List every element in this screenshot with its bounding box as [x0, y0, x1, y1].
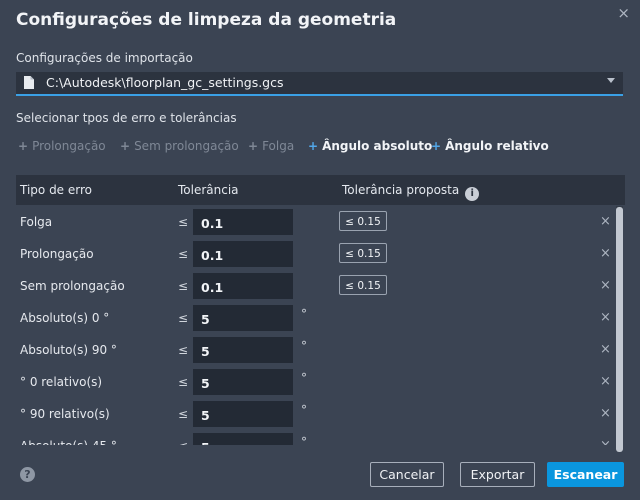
error-types-label: Selecionar tpos de erro e tolerâncias — [16, 111, 237, 125]
plus-icon: + — [431, 139, 442, 153]
info-icon[interactable]: i — [465, 187, 480, 201]
tolerance-input[interactable]: 5 — [193, 305, 293, 331]
tolerance-input[interactable]: 5 — [193, 337, 293, 363]
remove-row-icon[interactable]: × — [600, 278, 611, 293]
plus-icon: + — [308, 139, 319, 153]
table-row: Sem prolongação ≤0.1 ≤ 0.15 × — [16, 270, 625, 302]
degree-unit: ° — [301, 435, 307, 445]
less-equal-symbol: ≤ — [178, 407, 189, 421]
table-row: ° 90 relativo(s) ≤5 ° × — [16, 398, 625, 430]
degree-unit: ° — [301, 307, 307, 321]
tolerance-input[interactable]: 5 — [193, 433, 293, 445]
error-type-name: ° 90 relativo(s) — [20, 407, 110, 421]
dialog-title: Configurações de limpeza da geometria — [16, 10, 397, 30]
remove-row-icon[interactable]: × — [600, 406, 611, 421]
remove-row-icon[interactable]: × — [600, 342, 611, 357]
less-equal-symbol: ≤ — [178, 311, 189, 325]
geometry-cleanup-dialog: Configurações de limpeza da geometria × … — [0, 0, 640, 500]
table-row: Absoluto(s) 45 ° ≤5 ° × — [16, 430, 625, 445]
chevron-down-icon[interactable] — [607, 78, 615, 83]
remove-row-icon[interactable]: × — [600, 438, 611, 445]
less-equal-symbol: ≤ — [178, 439, 188, 445]
help-icon[interactable]: ? — [20, 467, 35, 482]
header-error-type: Tipo de erro — [20, 183, 92, 197]
tolerance-input[interactable]: 5 — [193, 401, 293, 427]
less-equal-symbol: ≤ — [178, 279, 189, 293]
proposed-tolerance-button[interactable]: ≤ 0.15 — [339, 275, 387, 295]
table-row: Prolongação ≤0.1 ≤ 0.15 × — [16, 238, 625, 270]
scan-button[interactable]: Escanear — [547, 462, 624, 487]
import-settings-path: C:\Autodesk\floorplan_gc_settings.gcs — [46, 75, 284, 90]
chip-sem-prolongacao[interactable]: + Sem prolongação — [120, 139, 239, 153]
cancel-button[interactable]: Cancelar — [370, 462, 444, 487]
tolerance-input[interactable]: 0.1 — [193, 273, 293, 299]
less-equal-symbol: ≤ — [178, 343, 189, 357]
chip-angulo-absoluto[interactable]: + Ângulo absoluto — [308, 139, 432, 153]
table-row: Folga ≤0.1 ≤ 0.15 × — [16, 206, 625, 238]
table-row: Absoluto(s) 0 ° ≤5 ° × — [16, 302, 625, 334]
degree-unit: ° — [301, 371, 307, 385]
less-equal-symbol: ≤ — [178, 375, 189, 389]
tolerance-table: Tipo de erro Tolerância Tolerância propo… — [16, 175, 625, 445]
tolerance-input[interactable]: 0.1 — [193, 209, 293, 235]
chip-angulo-relativo[interactable]: + Ângulo relativo — [431, 139, 549, 153]
error-type-name: Sem prolongação — [20, 279, 125, 293]
chip-prolongacao[interactable]: + Prolongação — [18, 139, 106, 153]
tolerance-input[interactable]: 5 — [193, 369, 293, 395]
error-type-name: Folga — [20, 215, 53, 229]
table-row: ° 0 relativo(s) ≤5 ° × — [16, 366, 625, 398]
table-row: Absoluto(s) 90 ° ≤5 ° × — [16, 334, 625, 366]
file-icon — [24, 76, 34, 89]
plus-icon: + — [248, 139, 259, 153]
export-button[interactable]: Exportar — [460, 462, 535, 487]
table-header: Tipo de erro Tolerância Tolerância propo… — [16, 175, 625, 205]
error-type-name: ° 0 relativo(s) — [20, 375, 103, 389]
error-type-name: Absoluto(s) 0 ° — [20, 311, 110, 325]
degree-unit: ° — [301, 403, 307, 417]
import-settings-select[interactable]: C:\Autodesk\floorplan_gc_settings.gcs — [16, 72, 623, 96]
remove-row-icon[interactable]: × — [600, 374, 611, 389]
scrollbar-thumb[interactable] — [616, 207, 623, 452]
less-equal-symbol: ≤ — [178, 247, 189, 261]
error-type-name: Absoluto(s) 90 ° — [20, 343, 117, 357]
degree-unit: ° — [301, 339, 307, 353]
plus-icon: + — [18, 139, 29, 153]
proposed-tolerance-button[interactable]: ≤ 0.15 — [339, 211, 387, 231]
header-tolerance: Tolerância — [178, 183, 239, 197]
remove-row-icon[interactable]: × — [600, 214, 611, 229]
plus-icon: + — [120, 139, 131, 153]
remove-row-icon[interactable]: × — [600, 310, 611, 325]
tolerance-input[interactable]: 0.1 — [193, 241, 293, 267]
error-type-name: Prolongação — [20, 247, 94, 261]
less-equal-symbol: ≤ — [178, 215, 189, 229]
chip-folga[interactable]: + Folga — [248, 139, 294, 153]
proposed-tolerance-button[interactable]: ≤ 0.15 — [339, 243, 387, 263]
header-proposed-tolerance: Tolerância proposta i — [342, 183, 480, 201]
close-icon[interactable]: × — [617, 4, 630, 22]
import-settings-label: Configurações de importação — [16, 51, 193, 65]
error-type-name: Absoluto(s) 45 ° — [20, 439, 117, 445]
remove-row-icon[interactable]: × — [600, 246, 611, 261]
